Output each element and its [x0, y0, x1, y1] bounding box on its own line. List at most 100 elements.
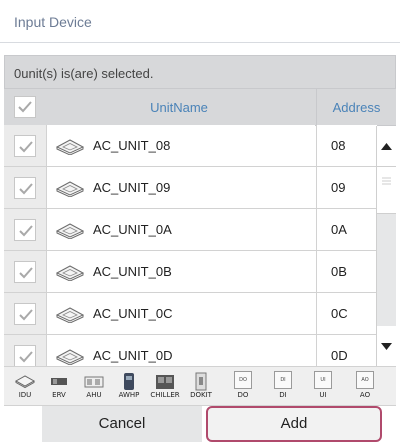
row-checkbox[interactable] — [14, 303, 36, 325]
dokit-icon — [184, 371, 218, 391]
filter-di[interactable]: DI DI — [266, 369, 300, 403]
row-checkbox-cell — [4, 125, 47, 166]
filter-erv[interactable]: ERV — [42, 369, 76, 403]
table-row[interactable]: AC_UNIT_09 09 — [4, 167, 377, 209]
filter-idu[interactable]: IDU — [8, 369, 42, 403]
row-checkbox[interactable] — [14, 177, 36, 199]
selection-status-text: 0unit(s) is(are) selected. — [14, 66, 154, 81]
unit-address: 0A — [331, 222, 347, 237]
scroll-down-button[interactable] — [377, 326, 396, 366]
filter-tile-text: UI — [314, 371, 332, 389]
table-row[interactable]: AC_UNIT_0B 0B — [4, 251, 377, 293]
unit-address-cell: 08 — [316, 125, 377, 166]
scroll-thumb[interactable] — [377, 166, 396, 214]
unit-name-cell: AC_UNIT_08 — [47, 125, 315, 166]
filter-ao[interactable]: AO AO — [348, 369, 382, 403]
cancel-button[interactable]: Cancel — [42, 406, 202, 442]
row-checkbox-cell — [4, 167, 47, 208]
unit-name: AC_UNIT_0D — [93, 348, 173, 363]
unit-address: 09 — [331, 180, 346, 195]
check-icon — [19, 225, 33, 237]
table-row[interactable]: AC_UNIT_08 08 — [4, 125, 377, 167]
unit-name-cell: AC_UNIT_0A — [47, 209, 315, 250]
input-device-dialog: Input Device 0unit(s) is(are) selected. … — [0, 0, 406, 443]
filter-label: DOKIT — [190, 391, 212, 399]
unit-name: AC_UNIT_08 — [93, 138, 171, 153]
row-checkbox-cell — [4, 209, 47, 250]
ui-icon: UI — [306, 371, 340, 391]
column-header-address[interactable]: Address — [317, 100, 396, 115]
grip-icon — [382, 177, 391, 185]
unit-table-body: AC_UNIT_08 08 AC_UNIT_09 09 AC_UNIT_0A 0A AC_U… — [4, 125, 396, 377]
filter-label: AO — [359, 391, 371, 399]
unit-name: AC_UNIT_09 — [93, 180, 171, 195]
check-icon — [19, 267, 33, 279]
filter-tile-text: DO — [234, 371, 252, 389]
check-icon — [19, 141, 33, 153]
do-icon: DO — [226, 371, 260, 391]
filter-do[interactable]: DO DO — [226, 369, 260, 403]
awhp-icon — [112, 371, 146, 391]
row-checkbox[interactable] — [14, 261, 36, 283]
row-checkbox-cell — [4, 251, 47, 292]
chiller-icon — [148, 371, 182, 391]
ceiling-cassette-icon — [55, 181, 85, 197]
device-type-filter-bar: IDU ERV AHU AWHP CHILLER DOKIT DO DO DI DI UI UI AO A… — [4, 366, 396, 406]
triangle-down-icon — [381, 343, 392, 350]
ceiling-cassette-icon — [55, 139, 85, 155]
ceiling-cassette-icon — [55, 265, 85, 281]
unit-address-cell: 0A — [316, 209, 377, 250]
filter-ahu[interactable]: AHU — [77, 369, 111, 403]
unit-name-cell: AC_UNIT_0B — [47, 251, 315, 292]
vertical-scrollbar[interactable] — [376, 126, 396, 366]
filter-tile-text: DI — [274, 371, 292, 389]
row-checkbox-cell — [4, 293, 47, 334]
erv-icon — [42, 371, 76, 391]
triangle-up-icon — [381, 143, 392, 150]
select-all-checkbox[interactable] — [14, 96, 36, 118]
filter-dokit[interactable]: DOKIT — [184, 369, 218, 403]
check-icon — [19, 309, 33, 321]
check-icon — [19, 183, 33, 195]
unit-name: AC_UNIT_0B — [93, 264, 172, 279]
idu-icon — [8, 371, 42, 391]
unit-address: 0D — [331, 348, 348, 363]
filter-label: UI — [319, 391, 327, 399]
row-checkbox[interactable] — [14, 219, 36, 241]
filter-label: DI — [279, 391, 287, 399]
ceiling-cassette-icon — [55, 307, 85, 323]
column-header-unitname[interactable]: UnitName — [44, 100, 314, 115]
title-bar: Input Device — [0, 0, 400, 43]
unit-address: 0C — [331, 306, 348, 321]
row-checkbox[interactable] — [14, 135, 36, 157]
dialog-title: Input Device — [14, 14, 92, 30]
selection-status-bar: 0unit(s) is(are) selected. — [4, 55, 396, 89]
filter-awhp[interactable]: AWHP — [112, 369, 146, 403]
ceiling-cassette-icon — [55, 349, 85, 365]
ceiling-cassette-icon — [55, 223, 85, 239]
table-row[interactable]: AC_UNIT_0A 0A — [4, 209, 377, 251]
check-icon — [19, 351, 33, 363]
check-icon — [18, 101, 32, 113]
row-checkbox[interactable] — [14, 345, 36, 367]
unit-address-cell: 0C — [316, 293, 377, 334]
di-icon: DI — [266, 371, 300, 391]
table-row[interactable]: AC_UNIT_0C 0C — [4, 293, 377, 335]
unit-name-cell: AC_UNIT_09 — [47, 167, 315, 208]
table-header: UnitName Address — [4, 89, 396, 126]
filter-label: DO — [237, 391, 249, 399]
ao-icon: AO — [348, 371, 382, 391]
unit-address-cell: 09 — [316, 167, 377, 208]
scroll-up-button[interactable] — [377, 126, 396, 166]
filter-tile-text: AO — [356, 371, 374, 389]
filter-ui[interactable]: UI UI — [306, 369, 340, 403]
filter-chiller[interactable]: CHILLER — [148, 369, 182, 403]
add-button[interactable]: Add — [206, 406, 382, 442]
unit-address-cell: 0B — [316, 251, 377, 292]
unit-address: 08 — [331, 138, 346, 153]
unit-name: AC_UNIT_0A — [93, 222, 172, 237]
ahu-icon — [77, 371, 111, 391]
unit-name-cell: AC_UNIT_0C — [47, 293, 315, 334]
unit-name: AC_UNIT_0C — [93, 306, 173, 321]
unit-address: 0B — [331, 264, 347, 279]
